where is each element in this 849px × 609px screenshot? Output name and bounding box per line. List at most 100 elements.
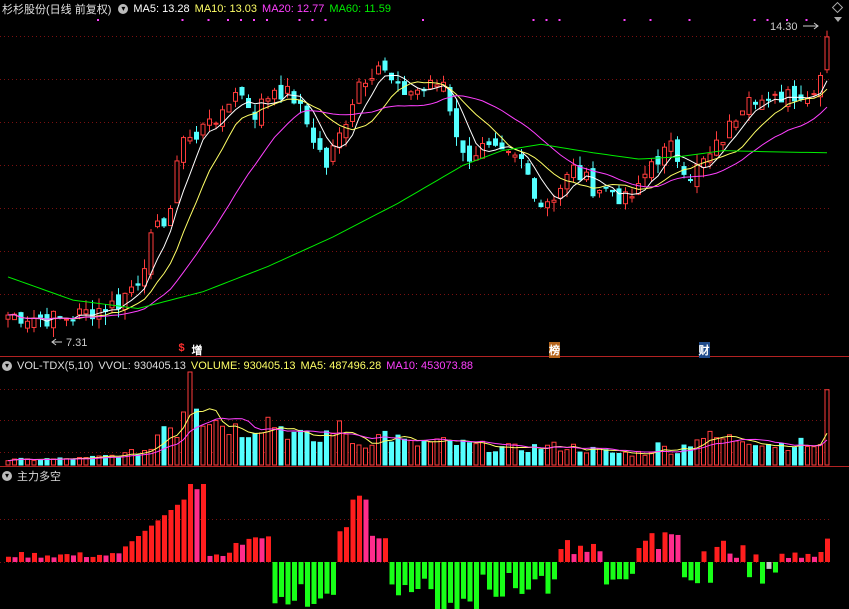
- volume-bar[interactable]: [766, 444, 771, 466]
- flow-bar[interactable]: [454, 562, 460, 609]
- flow-bar[interactable]: [168, 510, 174, 562]
- candle[interactable]: [265, 98, 271, 102]
- volume-bar[interactable]: [779, 442, 784, 466]
- chevron-down-icon[interactable]: ▾: [2, 361, 12, 371]
- event-marker[interactable]: $: [179, 342, 185, 354]
- candle[interactable]: [25, 320, 30, 329]
- flow-bar[interactable]: [162, 515, 167, 562]
- candle[interactable]: [109, 300, 115, 309]
- volume-bar[interactable]: [38, 459, 43, 466]
- flow-bar[interactable]: [675, 534, 681, 562]
- flow-bar[interactable]: [259, 538, 265, 562]
- flow-bar[interactable]: [597, 551, 603, 562]
- flow-bar[interactable]: [727, 553, 733, 562]
- flow-bar[interactable]: [344, 527, 349, 562]
- flow-bar[interactable]: [792, 552, 798, 562]
- flow-bar[interactable]: [773, 562, 778, 573]
- flow-bar[interactable]: [799, 557, 804, 562]
- flow-bar[interactable]: [298, 562, 304, 585]
- volume-panel[interactable]: [5, 371, 830, 466]
- volume-bar[interactable]: [460, 439, 466, 466]
- candle[interactable]: [408, 91, 414, 96]
- volume-bar[interactable]: [304, 430, 310, 466]
- flow-bar[interactable]: [389, 562, 395, 585]
- flow-bar[interactable]: [695, 562, 700, 584]
- candle[interactable]: [603, 186, 609, 189]
- flow-bar[interactable]: [747, 562, 752, 578]
- flow-bar[interactable]: [630, 562, 635, 574]
- volume-bar[interactable]: [239, 437, 245, 466]
- flow-bar[interactable]: [25, 557, 31, 562]
- flow-bar[interactable]: [214, 554, 219, 562]
- candle[interactable]: [493, 138, 498, 146]
- candle[interactable]: [57, 316, 63, 319]
- candle[interactable]: [642, 173, 648, 179]
- event-marker[interactable]: 财: [698, 342, 710, 358]
- flow-bar[interactable]: [292, 562, 297, 601]
- volume-bar[interactable]: [675, 453, 680, 466]
- flow-bar[interactable]: [643, 540, 648, 562]
- flow-bar[interactable]: [448, 562, 453, 603]
- flow-bar[interactable]: [324, 562, 330, 594]
- caret-down-icon[interactable]: [834, 17, 842, 22]
- flow-bar[interactable]: [279, 562, 284, 597]
- flow-bar[interactable]: [682, 562, 687, 578]
- flow-bar[interactable]: [825, 538, 830, 562]
- flow-bar[interactable]: [90, 556, 96, 562]
- flow-bar[interactable]: [435, 562, 440, 609]
- candle[interactable]: [740, 110, 745, 116]
- candle[interactable]: [168, 208, 173, 227]
- flow-bar[interactable]: [110, 553, 115, 562]
- price-panel[interactable]: [5, 19, 830, 338]
- candle[interactable]: [551, 199, 557, 203]
- flow-bar[interactable]: [116, 553, 122, 562]
- event-marker[interactable]: 榜: [549, 342, 560, 358]
- flow-bar[interactable]: [103, 555, 109, 562]
- flow-bar[interactable]: [571, 554, 577, 562]
- volume-bar[interactable]: [519, 450, 524, 466]
- diamond-icon[interactable]: [831, 1, 844, 14]
- flow-bar[interactable]: [64, 554, 70, 562]
- flow-bar[interactable]: [519, 562, 525, 594]
- flow-bar[interactable]: [136, 536, 141, 562]
- candle[interactable]: [272, 89, 277, 100]
- volume-bar[interactable]: [584, 452, 589, 466]
- volume-bar[interactable]: [824, 389, 830, 466]
- flow-bar[interactable]: [129, 541, 135, 562]
- volume-bar[interactable]: [350, 443, 355, 466]
- volume-bar[interactable]: [291, 431, 297, 466]
- flow-bar[interactable]: [32, 552, 37, 562]
- candle[interactable]: [38, 314, 43, 318]
- flow-bar[interactable]: [500, 562, 505, 597]
- candle[interactable]: [382, 60, 388, 71]
- volume-bar[interactable]: [161, 426, 167, 466]
- flow-bar[interactable]: [246, 538, 252, 562]
- flow-bar[interactable]: [584, 551, 590, 562]
- volume-bar[interactable]: [551, 441, 557, 466]
- volume-bar[interactable]: [129, 449, 134, 466]
- volume-bar[interactable]: [70, 459, 76, 466]
- volume-bar[interactable]: [499, 446, 505, 466]
- volume-bar[interactable]: [649, 452, 654, 466]
- flow-bar[interactable]: [240, 544, 245, 562]
- volume-bar[interactable]: [805, 446, 810, 466]
- volume-bar[interactable]: [311, 441, 316, 466]
- candle[interactable]: [83, 309, 89, 315]
- flow-bar[interactable]: [558, 549, 564, 562]
- candle[interactable]: [460, 140, 466, 153]
- flow-bar[interactable]: [779, 553, 785, 562]
- volume-bar[interactable]: [486, 451, 492, 466]
- volume-bar[interactable]: [155, 434, 160, 466]
- flow-bar[interactable]: [201, 484, 206, 562]
- volume-bar[interactable]: [590, 446, 596, 466]
- volume-bar[interactable]: [701, 437, 706, 466]
- volume-bar[interactable]: [337, 420, 342, 466]
- volume-bar[interactable]: [356, 444, 362, 466]
- volume-bar[interactable]: [467, 442, 472, 466]
- volume-bar[interactable]: [434, 438, 440, 466]
- flow-bar[interactable]: [480, 562, 486, 575]
- candle[interactable]: [675, 139, 680, 162]
- flow-bar[interactable]: [740, 545, 746, 562]
- flow-bar[interactable]: [357, 495, 362, 562]
- candle[interactable]: [324, 147, 329, 168]
